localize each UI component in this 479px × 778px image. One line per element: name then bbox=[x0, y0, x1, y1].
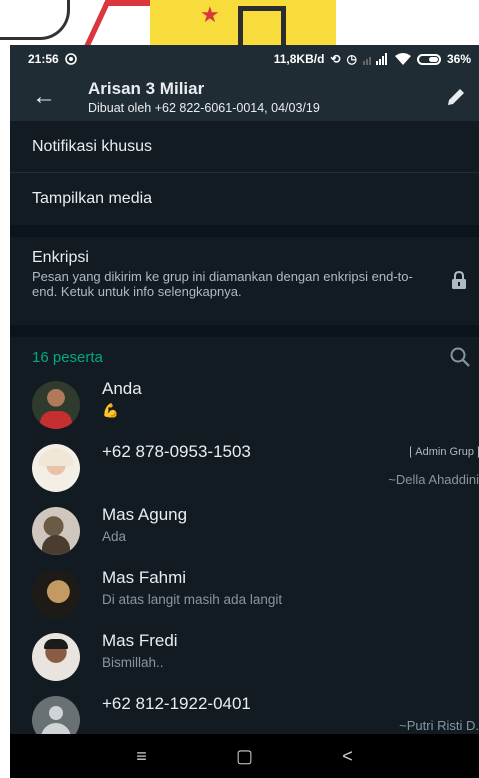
participant-status: Ada bbox=[102, 529, 127, 544]
battery-percent: 36% bbox=[446, 52, 471, 66]
avatar[interactable] bbox=[32, 633, 80, 681]
participant-status: Bismillah.. bbox=[102, 655, 164, 670]
participants-list: Anda 💪 +62 878-0953-1503 Admin Grup ~Del… bbox=[10, 377, 479, 755]
participant-row[interactable]: Mas Fahmi Di atas langit masih ada langi… bbox=[10, 566, 479, 629]
search-icon[interactable] bbox=[449, 346, 471, 368]
participant-name: Mas Fahmi bbox=[102, 568, 187, 587]
media-visibility-item[interactable]: Tampilkan media bbox=[10, 173, 479, 225]
group-name: Arisan 3 Miliar bbox=[88, 79, 205, 98]
participant-row[interactable]: Mas Fredi Bismillah.. bbox=[10, 629, 479, 692]
lock-icon bbox=[452, 271, 466, 289]
custom-notifications-item[interactable]: Notifikasi khusus bbox=[10, 121, 479, 173]
encryption-item[interactable]: Enkripsi Pesan yang dikirim ke grup ini … bbox=[10, 237, 479, 325]
encryption-label: Enkripsi bbox=[32, 249, 89, 266]
participant-name: Mas Fredi bbox=[102, 631, 178, 650]
participant-pushname: ~Putri Risti D. bbox=[399, 718, 479, 733]
admin-badge: Admin Grup bbox=[410, 446, 479, 458]
section-divider bbox=[10, 225, 479, 237]
back-arrow-icon[interactable]: ← bbox=[32, 83, 68, 111]
sync-disabled-icon: ⟲ bbox=[330, 52, 341, 66]
battery-icon bbox=[416, 53, 441, 65]
network-speed: 11,8KB/d bbox=[273, 52, 325, 66]
participant-name: Anda bbox=[102, 379, 142, 398]
app-bar: ← Arisan 3 Miliar Dibuat oleh +62 822-60… bbox=[10, 73, 479, 121]
group-settings: Notifikasi khusus Tampilkan media bbox=[10, 121, 479, 225]
participant-row[interactable]: +62 878-0953-1503 Admin Grup ~Della Ahad… bbox=[10, 440, 479, 503]
signal-icon bbox=[362, 53, 387, 65]
avatar[interactable] bbox=[32, 570, 80, 618]
avatar[interactable] bbox=[32, 444, 80, 492]
avatar[interactable] bbox=[32, 507, 80, 555]
participant-name: +62 812-1922-0401 bbox=[102, 694, 251, 713]
background-drawing bbox=[0, 0, 70, 40]
alarm-icon: ◷ bbox=[346, 52, 357, 66]
nav-back-icon[interactable]: < bbox=[336, 746, 360, 767]
background-drawing bbox=[238, 6, 286, 45]
participant-pushname: ~Della Ahaddini bbox=[388, 472, 479, 487]
section-divider bbox=[10, 325, 479, 337]
participant-status: Di atas langit masih ada langit bbox=[102, 592, 283, 607]
group-created-info: Dibuat oleh +62 822-6061-0014, 04/03/19 bbox=[88, 101, 320, 115]
custom-notifications-label: Notifikasi khusus bbox=[32, 137, 153, 155]
participant-name: +62 878-0953-1503 bbox=[102, 442, 251, 461]
background-photo-strip: ★ bbox=[0, 0, 479, 45]
participant-status: 💪 bbox=[102, 403, 119, 418]
wifi-icon bbox=[394, 53, 411, 65]
star-icon: ★ bbox=[200, 2, 220, 27]
whatsapp-notification-icon bbox=[64, 53, 77, 65]
participants-count: 16 peserta bbox=[32, 348, 103, 366]
participants-header: 16 peserta bbox=[10, 337, 479, 377]
participant-row[interactable]: Anda 💪 bbox=[10, 377, 479, 440]
phone-screen: 21:56 11,8KB/d ⟲ ◷ 36% ← Arisan 3 Miliar bbox=[10, 45, 479, 778]
home-icon[interactable]: ▢ bbox=[233, 746, 257, 767]
clock: 21:56 bbox=[28, 52, 59, 66]
participant-row[interactable]: Mas Agung Ada bbox=[10, 503, 479, 566]
participant-name: Mas Agung bbox=[102, 505, 188, 524]
system-navigation-bar: ≡ ▢ < bbox=[10, 734, 479, 778]
edit-pencil-icon[interactable] bbox=[445, 86, 467, 108]
status-bar: 21:56 11,8KB/d ⟲ ◷ 36% bbox=[10, 45, 479, 73]
avatar[interactable] bbox=[32, 381, 80, 429]
encryption-description: Pesan yang dikirim ke grup ini diamankan… bbox=[32, 269, 413, 299]
media-visibility-label: Tampilkan media bbox=[32, 190, 153, 207]
recents-menu-icon[interactable]: ≡ bbox=[130, 746, 154, 767]
